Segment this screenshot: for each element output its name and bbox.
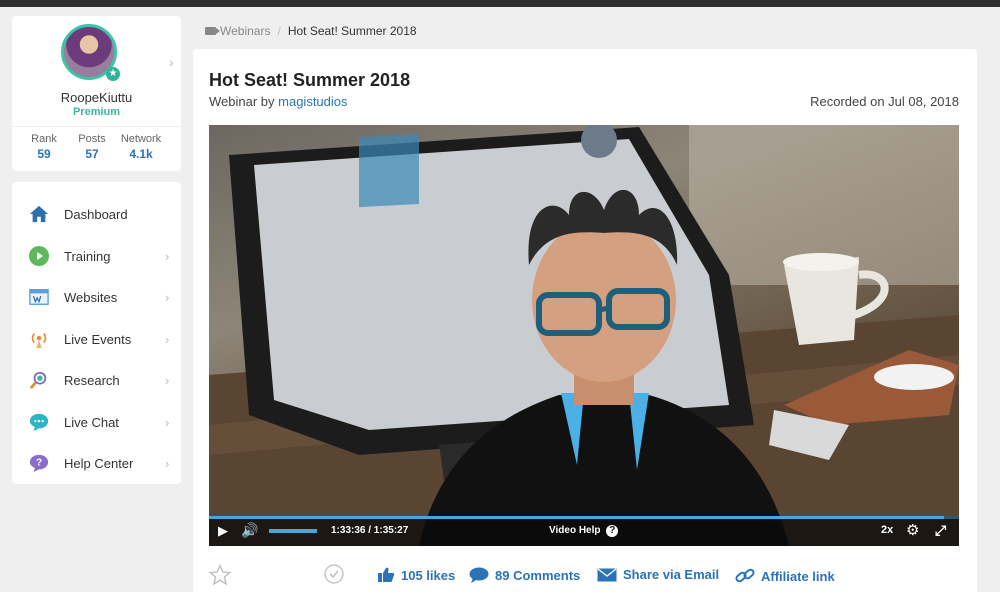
chat-icon <box>29 412 49 432</box>
profile-card[interactable]: ★ › RoopeKiuttu Premium Rank 59 Posts 57… <box>12 16 181 171</box>
link-icon <box>735 567 755 585</box>
webinar-author-line: Webinar by magistudios <box>209 94 348 109</box>
sidebar-item-label: Live Chat <box>64 414 119 430</box>
breadcrumb-webinars[interactable]: Webinars <box>220 24 270 38</box>
completed-check-icon[interactable] <box>324 564 344 584</box>
sidebar-item-dashboard[interactable]: Dashboard <box>12 196 181 232</box>
stat-label: Posts <box>78 133 106 145</box>
video-frame <box>209 125 959 546</box>
stat-network: Network 4.1k <box>116 133 166 161</box>
progress-track[interactable] <box>209 516 959 519</box>
chevron-right-icon: › <box>165 455 170 471</box>
share-email-label: Share via Email <box>623 567 720 582</box>
website-icon <box>29 287 49 307</box>
divider <box>12 126 181 127</box>
play-icon[interactable]: ▶ <box>218 523 228 539</box>
progress-fill <box>209 516 944 519</box>
playback-speed[interactable]: 2x <box>881 524 893 536</box>
sidebar-item-live-events[interactable]: Live Events › <box>12 321 181 357</box>
volume-icon[interactable]: 🔊 <box>241 522 258 539</box>
research-icon <box>29 370 49 390</box>
thumbs-up-icon <box>377 567 395 583</box>
page-title: Hot Seat! Summer 2018 <box>209 70 411 90</box>
star-badge-icon: ★ <box>106 67 120 81</box>
recorded-date: Recorded on Jul 08, 2018 <box>810 94 959 109</box>
membership-tier: Premium <box>72 106 121 118</box>
sidebar-item-label: Dashboard <box>64 206 128 222</box>
stat-posts: Posts 57 <box>72 133 112 161</box>
likes-count: 105 likes <box>401 567 456 583</box>
sidebar-menu: Dashboard Training › Websites › Live Eve… <box>12 182 181 484</box>
breadcrumb-current: Hot Seat! Summer 2018 <box>287 24 417 38</box>
video-player[interactable]: ▶ 🔊 1:33:36 / 1:35:27 Video Help ? 2x ⚙ … <box>209 125 959 546</box>
video-help-button[interactable]: Video Help ? <box>549 525 619 537</box>
chevron-right-icon: › <box>165 248 170 264</box>
username[interactable]: RoopeKiuttu <box>12 90 181 105</box>
sidebar-item-label: Research <box>64 372 120 388</box>
video-help-label: Video Help <box>549 525 601 536</box>
chevron-right-icon: › <box>165 331 170 347</box>
sidebar-item-training[interactable]: Training › <box>12 238 181 274</box>
chevron-right-icon: › <box>165 372 170 388</box>
comments-count: 89 Comments <box>495 567 581 583</box>
stat-value: 57 <box>85 147 99 161</box>
affiliate-link-label: Affiliate link <box>761 568 835 584</box>
sidebar-item-live-chat[interactable]: Live Chat › <box>12 404 181 440</box>
like-button[interactable]: 105 likes <box>377 567 455 583</box>
video-controls: ▶ 🔊 1:33:36 / 1:35:27 Video Help ? 2x ⚙ … <box>209 516 959 546</box>
comment-icon <box>469 567 489 583</box>
comments-button[interactable]: 89 Comments <box>469 567 580 583</box>
home-icon <box>29 204 49 224</box>
svg-text:?: ? <box>36 458 42 469</box>
fullscreen-icon[interactable]: ⤢ <box>935 522 946 539</box>
sidebar-item-label: Help Center <box>64 455 134 471</box>
help-circle-icon: ? <box>606 525 619 537</box>
sidebar-item-help-center[interactable]: ? Help Center › <box>12 445 181 481</box>
action-bar: 105 likes 89 Comments Share via Email Af… <box>209 564 959 588</box>
stat-value: 59 <box>37 147 51 161</box>
chevron-right-icon: › <box>165 414 170 430</box>
sidebar-item-label: Websites <box>64 289 118 305</box>
share-email-button[interactable]: Share via Email <box>597 567 719 582</box>
chevron-right-icon[interactable]: › <box>169 54 174 70</box>
stat-rank: Rank 59 <box>26 133 62 161</box>
stat-label: Rank <box>31 133 57 145</box>
video-camera-icon <box>205 27 220 35</box>
broadcast-icon <box>29 329 49 349</box>
top-bar <box>0 0 1000 7</box>
breadcrumb-separator: / <box>277 24 281 38</box>
breadcrumb: Webinars / Hot Seat! Summer 2018 <box>205 24 417 38</box>
favorite-star-icon[interactable] <box>209 564 231 586</box>
affiliate-link-button[interactable]: Affiliate link <box>735 567 835 585</box>
webinar-panel: Hot Seat! Summer 2018 Webinar by magistu… <box>193 49 977 592</box>
author-prefix: Webinar by <box>209 94 275 109</box>
chevron-right-icon: › <box>165 289 170 305</box>
stat-label: Network <box>120 133 162 145</box>
sidebar-item-websites[interactable]: Websites › <box>12 279 181 315</box>
author-link[interactable]: magistudios <box>278 94 347 109</box>
time-display: 1:33:36 / 1:35:27 <box>331 525 409 536</box>
sidebar-item-research[interactable]: Research › <box>12 362 181 398</box>
question-icon: ? <box>29 453 49 473</box>
stat-value: 4.1k <box>129 147 153 161</box>
play-circle-icon <box>29 246 49 266</box>
gear-icon[interactable]: ⚙ <box>906 521 919 539</box>
sidebar-item-label: Training <box>64 248 111 264</box>
volume-slider[interactable] <box>269 529 317 533</box>
envelope-icon <box>597 567 617 582</box>
sidebar-item-label: Live Events <box>64 331 132 347</box>
